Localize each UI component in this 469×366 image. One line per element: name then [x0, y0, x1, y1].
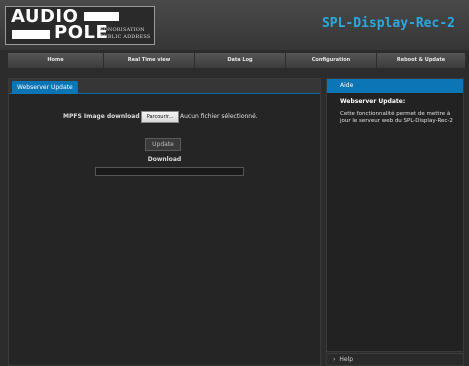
mpfs-image-label: MPFS Image download: [63, 113, 140, 120]
nav-item-configuration[interactable]: Configuration: [286, 53, 376, 68]
nav-item-home[interactable]: Home: [8, 53, 103, 68]
aide-description: Cette fonctionnalité permet de mettre à …: [340, 111, 453, 124]
app-title: SPL-Display-Rec-2: [321, 16, 455, 31]
download-label: Download: [147, 156, 182, 163]
nav-item-data-log[interactable]: Data Log: [195, 53, 285, 68]
aide-header: Aide: [327, 79, 463, 93]
update-button[interactable]: Update: [145, 138, 181, 151]
nav-item-real-time-view[interactable]: Real Time view: [104, 53, 194, 68]
tagline-line1: SONORISATION: [100, 27, 145, 33]
panel-tab-strip: Webserver Update: [9, 79, 320, 94]
logo-tagline: SONORISATION PUBLIC ADDRESS: [100, 27, 150, 41]
tagline-line2: PUBLIC ADDRESS: [100, 34, 151, 40]
help-label: Help: [339, 356, 354, 363]
aide-panel: Aide Webserver Update: Cette fonctionnal…: [326, 78, 464, 352]
download-progress-bar: [95, 167, 244, 176]
browse-file-button[interactable]: Parcourir...: [141, 111, 179, 123]
tab-webserver-update[interactable]: Webserver Update: [12, 81, 78, 94]
help-toggle[interactable]: › Help: [326, 353, 464, 366]
file-status-text: Aucun fichier sélectionné.: [180, 113, 258, 120]
nav-item-reboot-update[interactable]: Reboot & Update: [377, 53, 465, 68]
main-nav: Home Real Time view Data Log Configurati…: [8, 53, 465, 68]
chevron-right-icon: ›: [333, 356, 336, 363]
audiopole-logo: AUDIO POLE SONORISATION PUBLIC ADDRESS: [5, 6, 155, 45]
logo-bar-top: [84, 12, 119, 21]
aide-title: Webserver Update:: [340, 98, 406, 105]
logo-bar-bottom: [12, 30, 50, 39]
header: AUDIO POLE SONORISATION PUBLIC ADDRESS S…: [0, 0, 469, 50]
